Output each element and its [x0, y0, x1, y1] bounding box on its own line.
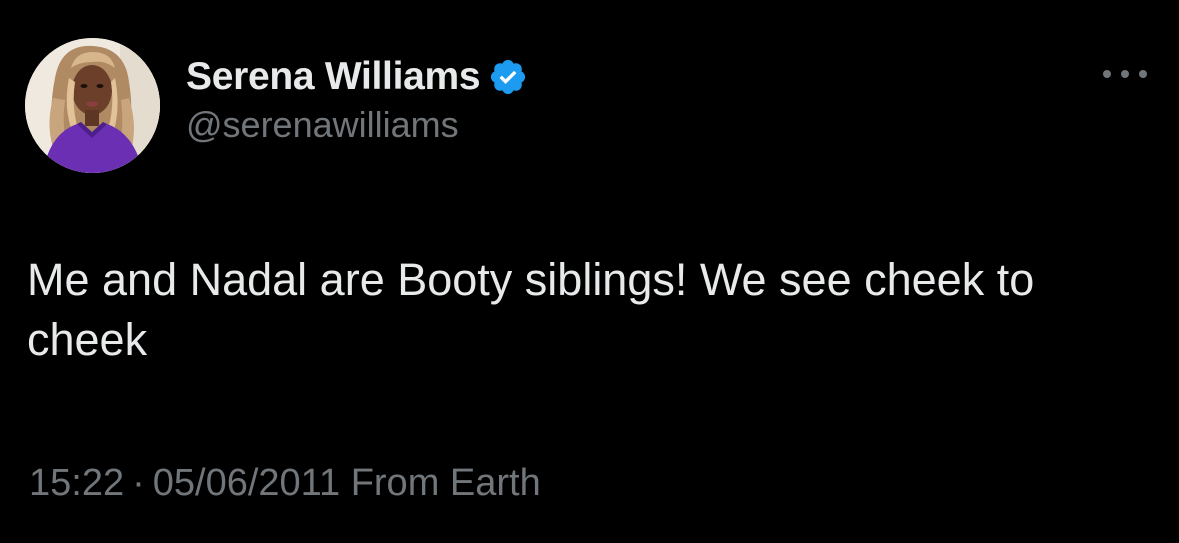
- more-dot: [1121, 70, 1129, 78]
- tweet-text: Me and Nadal are Booty siblings! We see …: [27, 254, 1035, 365]
- author-name-row: Serena Williams: [186, 52, 528, 102]
- tweet-time[interactable]: 15:22: [29, 462, 124, 504]
- more-horizontal-icon[interactable]: [1103, 62, 1147, 86]
- more-dot: [1139, 70, 1147, 78]
- tweet-date[interactable]: 05/06/2011: [153, 462, 340, 504]
- meta-separator: ·: [132, 462, 145, 504]
- display-name[interactable]: Serena Williams: [186, 55, 481, 99]
- more-dot: [1103, 70, 1111, 78]
- verified-badge-icon[interactable]: [488, 57, 528, 97]
- tweet-source: From Earth: [350, 462, 541, 504]
- avatar-image: [25, 38, 160, 173]
- author-block: Serena Williams @serenawilliams: [186, 52, 528, 146]
- avatar[interactable]: [25, 38, 160, 173]
- tweet-card: Serena Williams @serenawilliams Me and N…: [0, 0, 1179, 543]
- tweet-meta: 15:22 · 05/06/2011 From Earth: [29, 462, 541, 505]
- user-handle[interactable]: @serenawilliams: [186, 104, 528, 146]
